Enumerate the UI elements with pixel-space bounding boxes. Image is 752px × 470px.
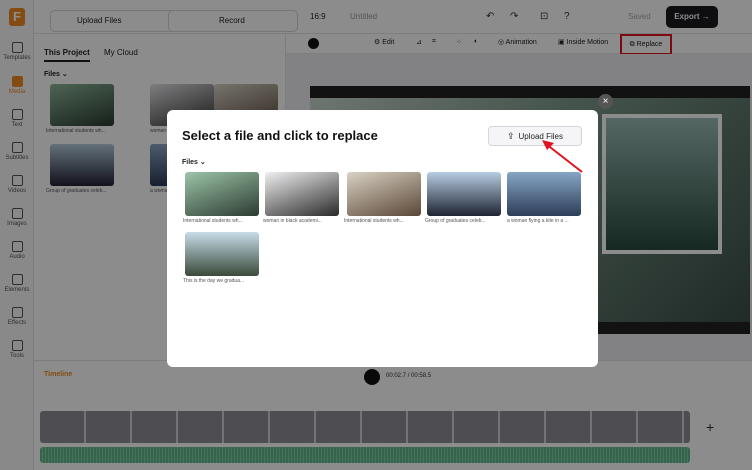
annotation-arrow-icon [542,140,583,173]
replace-file-caption: a woman flying a kite in a ... [507,218,569,224]
replace-file-thumb[interactable] [427,172,501,216]
replace-modal: Select a file and click to replace ⇪ Uplo… [167,110,598,367]
replace-file-thumb[interactable] [185,232,259,276]
modal-title: Select a file and click to replace [182,128,378,143]
replace-file-thumb[interactable] [265,172,339,216]
replace-file-caption: Group of graduates celeb... [425,218,486,224]
replace-file-caption: This is the day we gradua... [183,278,245,284]
replace-file-caption: International students wh... [183,218,243,224]
replace-file-thumb[interactable] [185,172,259,216]
app: F Templates Media Text Subtitles Videos … [0,0,752,470]
close-modal-button[interactable]: × [598,94,613,109]
replace-file-caption: woman in black academi... [263,218,322,224]
replace-file-thumb[interactable] [347,172,421,216]
upload-icon: ⇪ [506,131,515,141]
replace-file-caption: International students wh... [344,218,404,224]
replace-file-thumb[interactable] [507,172,581,216]
modal-files-label[interactable]: Files ⌄ [182,158,206,166]
